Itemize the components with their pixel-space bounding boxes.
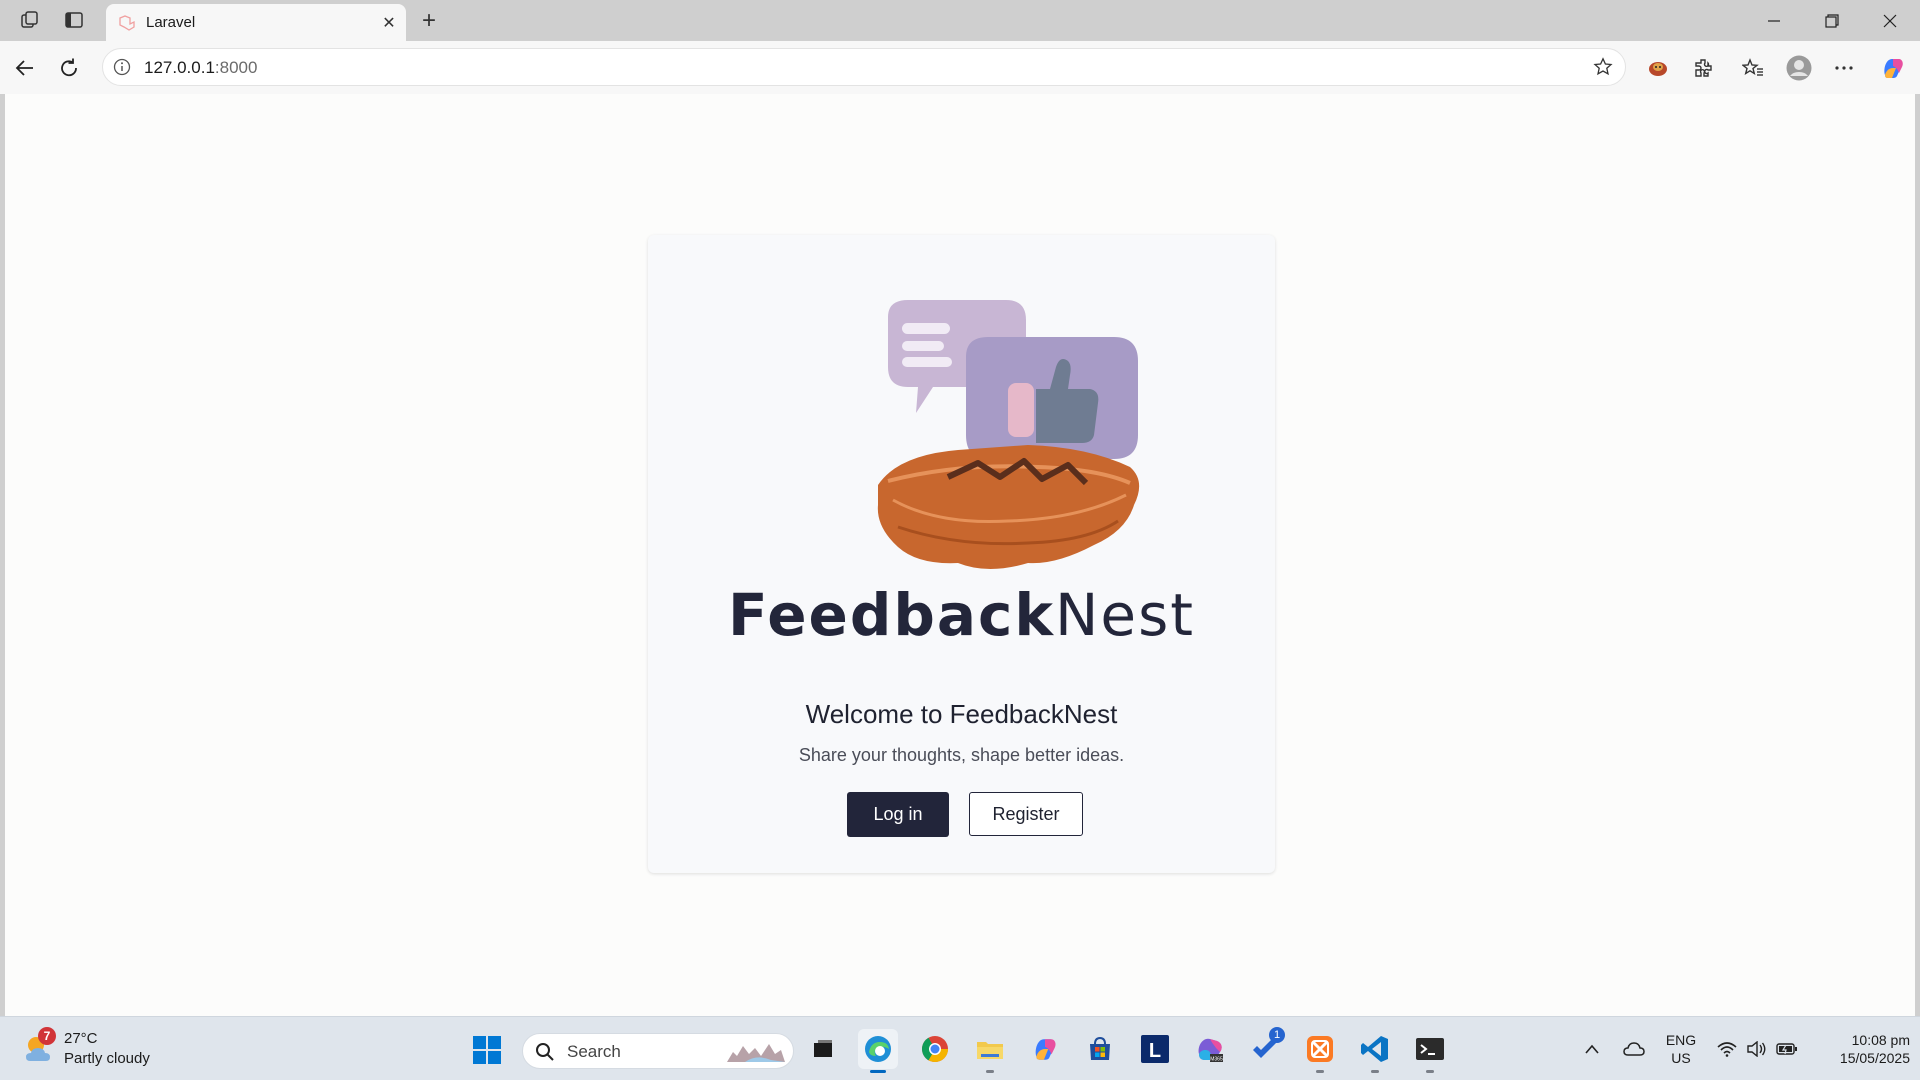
search-highlight-icon <box>727 1044 785 1062</box>
windows-taskbar: 7 27°C Partly cloudy Search L M365 1 ENG… <box>0 1016 1920 1080</box>
welcome-heading: Welcome to FeedbackNest <box>805 699 1118 729</box>
more-options-icon[interactable] <box>1827 51 1861 85</box>
browser-tab-bar: Laravel ✕ + <box>0 0 1920 41</box>
svg-text:L: L <box>1149 1040 1161 1062</box>
edge-icon[interactable] <box>858 1029 898 1073</box>
tab-laravel[interactable]: Laravel ✕ <box>106 4 406 41</box>
language-indicator[interactable]: ENG US <box>1664 1031 1698 1067</box>
brand-wordmark: FeedbackNest <box>727 581 1196 649</box>
tagline: Share your thoughts, shape better ideas. <box>798 745 1125 765</box>
address-bar[interactable]: 127.0.0.1:8000 <box>102 48 1626 86</box>
welcome-card: FeedbackNest Welcome to FeedbackNest Sha… <box>648 235 1275 873</box>
search-icon <box>536 1043 554 1061</box>
xampp-icon[interactable] <box>1300 1029 1340 1073</box>
favorites-icon[interactable] <box>1736 51 1770 85</box>
file-explorer-icon[interactable] <box>970 1029 1010 1073</box>
search-placeholder: Search <box>567 1042 621 1061</box>
m365-icon[interactable]: M365 <box>1190 1029 1230 1069</box>
wifi-icon[interactable] <box>1714 1031 1740 1067</box>
svg-text:M365: M365 <box>1210 1057 1223 1063</box>
taskbar-search[interactable]: Search <box>522 1033 794 1069</box>
copilot-sidebar-icon[interactable] <box>1876 51 1910 85</box>
new-tab-icon[interactable]: + <box>414 6 444 36</box>
l-app-icon[interactable]: L <box>1135 1029 1175 1069</box>
minimize-icon[interactable] <box>1745 0 1803 41</box>
close-tab-icon[interactable]: ✕ <box>378 12 400 34</box>
login-button[interactable]: Log in <box>847 792 949 837</box>
task-view-icon[interactable] <box>803 1029 843 1069</box>
page-viewport: FeedbackNest Welcome to FeedbackNest Sha… <box>5 94 1915 1016</box>
workspaces-icon[interactable] <box>14 6 46 34</box>
refresh-icon[interactable] <box>52 51 86 85</box>
weather-description: Partly cloudy <box>64 1050 150 1067</box>
vertical-tabs-icon[interactable] <box>58 6 90 34</box>
terminal-icon[interactable] <box>1410 1029 1450 1073</box>
windows-start-icon[interactable] <box>472 1035 502 1065</box>
system-clock[interactable]: 10:08 pm 15/05/2025 <box>1812 1031 1910 1067</box>
weather-widget[interactable]: 7 27°C Partly cloudy <box>22 1027 182 1071</box>
url-text[interactable]: 127.0.0.1:8000 <box>144 58 257 78</box>
chrome-icon[interactable] <box>915 1029 955 1069</box>
onedrive-icon[interactable] <box>1620 1031 1648 1067</box>
battery-icon[interactable] <box>1774 1031 1800 1067</box>
laravel-favicon-icon <box>119 15 135 31</box>
todo-icon[interactable]: 1 <box>1245 1027 1285 1069</box>
close-window-icon[interactable] <box>1861 0 1919 41</box>
tab-title: Laravel <box>146 14 196 31</box>
extensions-icon[interactable] <box>1686 51 1720 85</box>
weather-alert-badge: 7 <box>38 1027 56 1045</box>
copilot-icon[interactable] <box>1025 1029 1065 1069</box>
browser-toolbar: 127.0.0.1:8000 <box>0 41 1920 94</box>
store-icon[interactable] <box>1080 1029 1120 1069</box>
restore-icon[interactable] <box>1803 0 1861 41</box>
show-hidden-icons-icon[interactable] <box>1580 1031 1604 1067</box>
weather-temperature: 27°C <box>64 1030 98 1047</box>
favorite-star-icon[interactable] <box>1593 57 1613 77</box>
profile-avatar-icon[interactable] <box>1782 51 1816 85</box>
back-icon[interactable] <box>8 51 42 85</box>
todo-badge: 1 <box>1269 1027 1285 1043</box>
volume-icon[interactable] <box>1744 1031 1770 1067</box>
site-info-icon[interactable] <box>113 58 131 76</box>
register-button[interactable]: Register <box>969 792 1083 836</box>
extension-badge-icon[interactable] <box>1641 51 1675 85</box>
vscode-icon[interactable] <box>1355 1029 1395 1073</box>
